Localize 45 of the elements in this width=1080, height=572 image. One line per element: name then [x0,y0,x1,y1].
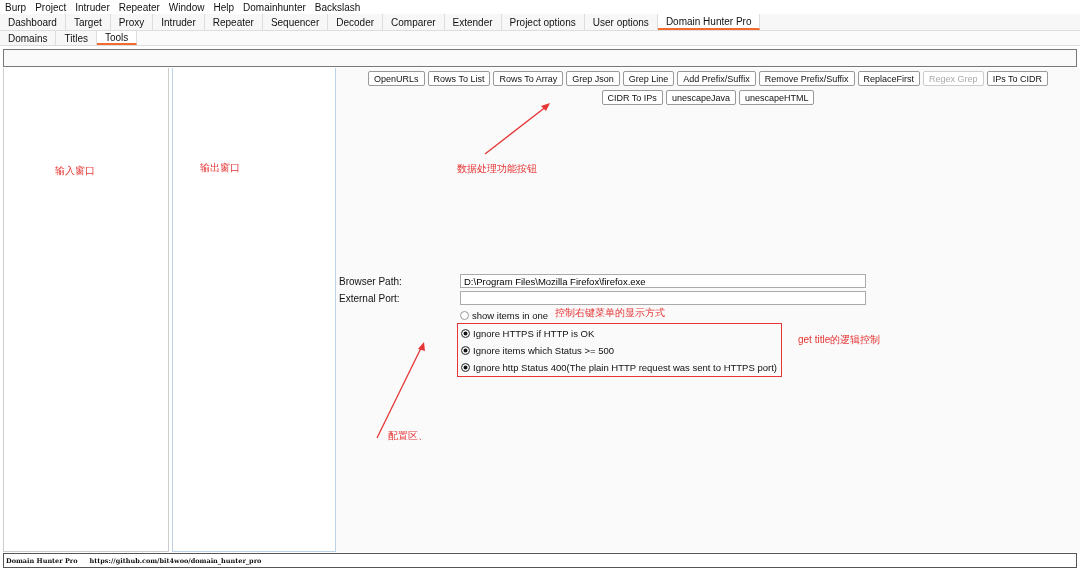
radio-icon[interactable] [461,345,470,355]
text-field[interactable]: D:\Program Files\Mozilla Firefox\firefox.exe [460,274,866,288]
annotation-text: 输出窗口 [200,161,240,175]
tab[interactable]: Domain Hunter Pro [657,14,761,30]
tool-button[interactable]: IPs To CIDR [986,71,1048,86]
annotation-text: 控制右键菜单的显示方式 [555,306,665,320]
radio-icon[interactable] [461,328,470,338]
annotation-text: 配置区、 [388,429,428,443]
radio-icon[interactable] [460,310,469,320]
tool-button[interactable]: Remove Prefix/Suffix [758,71,855,86]
radio-option[interactable]: Ignore http Status 400(The plain HTTP request was sent to HTTPS port) [458,360,777,374]
menu-item[interactable]: Domainhunter [243,2,306,13]
tool-button[interactable]: unescapeHTML [738,90,815,105]
tab[interactable]: Titles [56,31,97,45]
annotation-text: get title的逻辑控制 [798,333,881,347]
field-label: Browser Path: [339,275,403,287]
tool-button[interactable]: Add Prefix/Suffix [677,71,756,86]
tool-button[interactable]: ReplaceFirst [857,71,921,86]
tool-button[interactable]: Grep Json [566,71,620,86]
menu-item[interactable]: Window [168,2,205,13]
tool-button[interactable]: Grep Line [622,71,675,86]
menu-item[interactable]: Repeater [118,2,160,13]
menu-item[interactable]: Intruder [75,2,110,13]
text-field[interactable] [460,291,866,305]
tab[interactable]: Tools [97,31,138,45]
tab[interactable]: Domains [0,31,57,45]
search-field[interactable] [3,49,1077,67]
radio-option[interactable]: Ignore items which Status >= 500 [458,343,777,357]
radio-icon[interactable] [461,362,470,372]
annotation-text: 数据处理功能按钮 [457,162,537,176]
input-text-area[interactable] [3,68,169,552]
menu-item[interactable]: Burp [5,2,27,13]
radio-option[interactable]: Ignore HTTPS if HTTP is OK [458,326,777,340]
tool-button[interactable]: unescapeJava [665,90,736,105]
radio-option[interactable]: show items in one [457,308,549,322]
menu-item[interactable]: Backslash [314,2,361,13]
annotation-text: 输入窗口 [55,164,95,178]
tool-button[interactable]: OpenURLs [368,71,425,86]
menu-item[interactable]: Help [213,2,234,13]
tool-button[interactable]: Rows To List [427,71,491,86]
annotation-arrow [483,101,553,156]
field-label: External Port: [339,292,401,304]
menu-item[interactable]: Project [35,2,67,13]
tool-button[interactable]: Rows To Array [493,71,564,86]
tool-button[interactable]: CIDR To IPs [601,90,663,105]
